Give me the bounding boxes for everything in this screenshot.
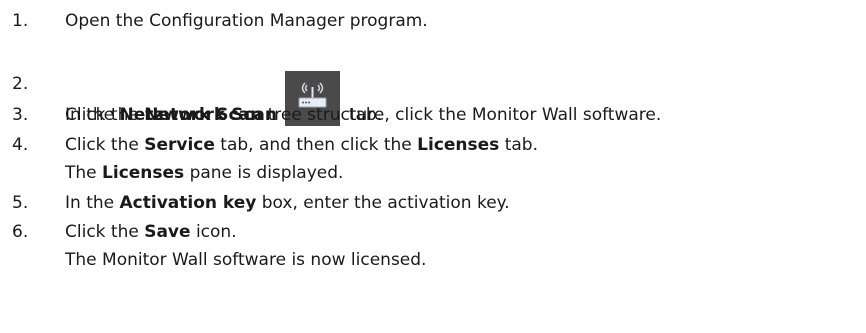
step-number: 5. bbox=[12, 193, 29, 213]
step-text: In the Netzwork Scan tree structure, cli… bbox=[65, 105, 662, 125]
step-4: 4. Click the Service tab, and then click… bbox=[0, 132, 866, 158]
step-6: 6. Click the Save icon. bbox=[0, 219, 866, 245]
step-text: In the Activation key box, enter the act… bbox=[65, 193, 510, 213]
ui-term: Service bbox=[144, 135, 215, 155]
step-number: 4. bbox=[12, 135, 29, 155]
ui-term: Activation key bbox=[119, 193, 257, 213]
step-5: 5. In the Activation key box, enter the … bbox=[0, 190, 866, 216]
step-text: Click the Save icon. bbox=[65, 222, 237, 242]
step-number: 2. bbox=[12, 74, 29, 94]
ui-term: Licenses bbox=[102, 163, 185, 183]
step-6-result: The Monitor Wall software is now license… bbox=[65, 250, 427, 270]
ui-term: Netzwork Scan bbox=[119, 105, 263, 125]
step-text: Click the Service tab, and then click th… bbox=[65, 135, 538, 155]
step-3: 3. In the Netzwork Scan tree structure, … bbox=[0, 102, 866, 128]
step-1: 1. Open the Configuration Manager progra… bbox=[0, 8, 866, 34]
ui-term: Save bbox=[144, 222, 191, 242]
step-number: 6. bbox=[12, 222, 29, 242]
ui-term: Licenses bbox=[417, 135, 500, 155]
step-number: 1. bbox=[12, 11, 29, 31]
step-text: Open the Configuration Manager program. bbox=[65, 11, 428, 31]
step-4-result: The Licenses pane is displayed. bbox=[65, 163, 344, 183]
step-number: 3. bbox=[12, 105, 29, 125]
step-2: 2. Click the Network Scan tab. bbox=[0, 71, 866, 126]
